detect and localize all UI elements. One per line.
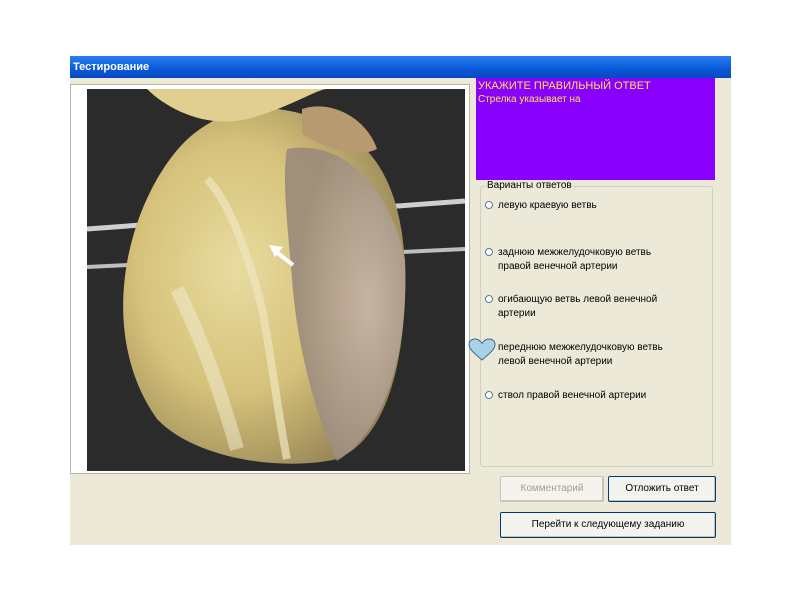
radio-button[interactable] bbox=[485, 391, 493, 399]
radio-button[interactable] bbox=[485, 248, 493, 256]
window-title: Тестирование bbox=[70, 56, 731, 78]
radio-button[interactable] bbox=[485, 295, 493, 303]
heart-specimen-photo bbox=[87, 89, 465, 471]
answer-option-label: ствол правой венечной артерии bbox=[498, 390, 647, 401]
answer-options-group: Варианты ответов левую краевую ветвь зад… bbox=[480, 180, 713, 467]
postpone-answer-button[interactable]: Отложить ответ bbox=[608, 476, 716, 502]
answer-option-label: переднюю межжелудочковую ветвь левой вен… bbox=[498, 342, 663, 367]
answer-option-label: заднюю межжелудочковую ветвь правой вене… bbox=[498, 247, 652, 272]
comment-button[interactable]: Комментарий bbox=[500, 476, 604, 502]
question-panel: УКАЖИТЕ ПРАВИЛЬНЫЙ ОТВЕТ Стрелка указыва… bbox=[476, 78, 715, 180]
question-heading: УКАЖИТЕ ПРАВИЛЬНЫЙ ОТВЕТ bbox=[478, 80, 651, 92]
next-task-button[interactable]: Перейти к следующему заданию bbox=[500, 512, 716, 538]
test-window: Тестирование УКАЖИТЕ ПРАВИЛЬНЫЙ ОТВЕТ Ст… bbox=[70, 56, 731, 545]
radio-button[interactable] bbox=[485, 201, 493, 209]
answer-option-label: огибающую ветвь левой венечной артерии bbox=[498, 294, 658, 319]
answer-option-label: левую краевую ветвь bbox=[498, 200, 597, 211]
heart-image bbox=[87, 89, 465, 471]
question-text: Стрелка указывает на bbox=[478, 94, 581, 105]
image-panel bbox=[70, 84, 470, 474]
answer-options-legend: Варианты ответов bbox=[486, 180, 573, 191]
heart-cursor-icon bbox=[468, 338, 496, 361]
